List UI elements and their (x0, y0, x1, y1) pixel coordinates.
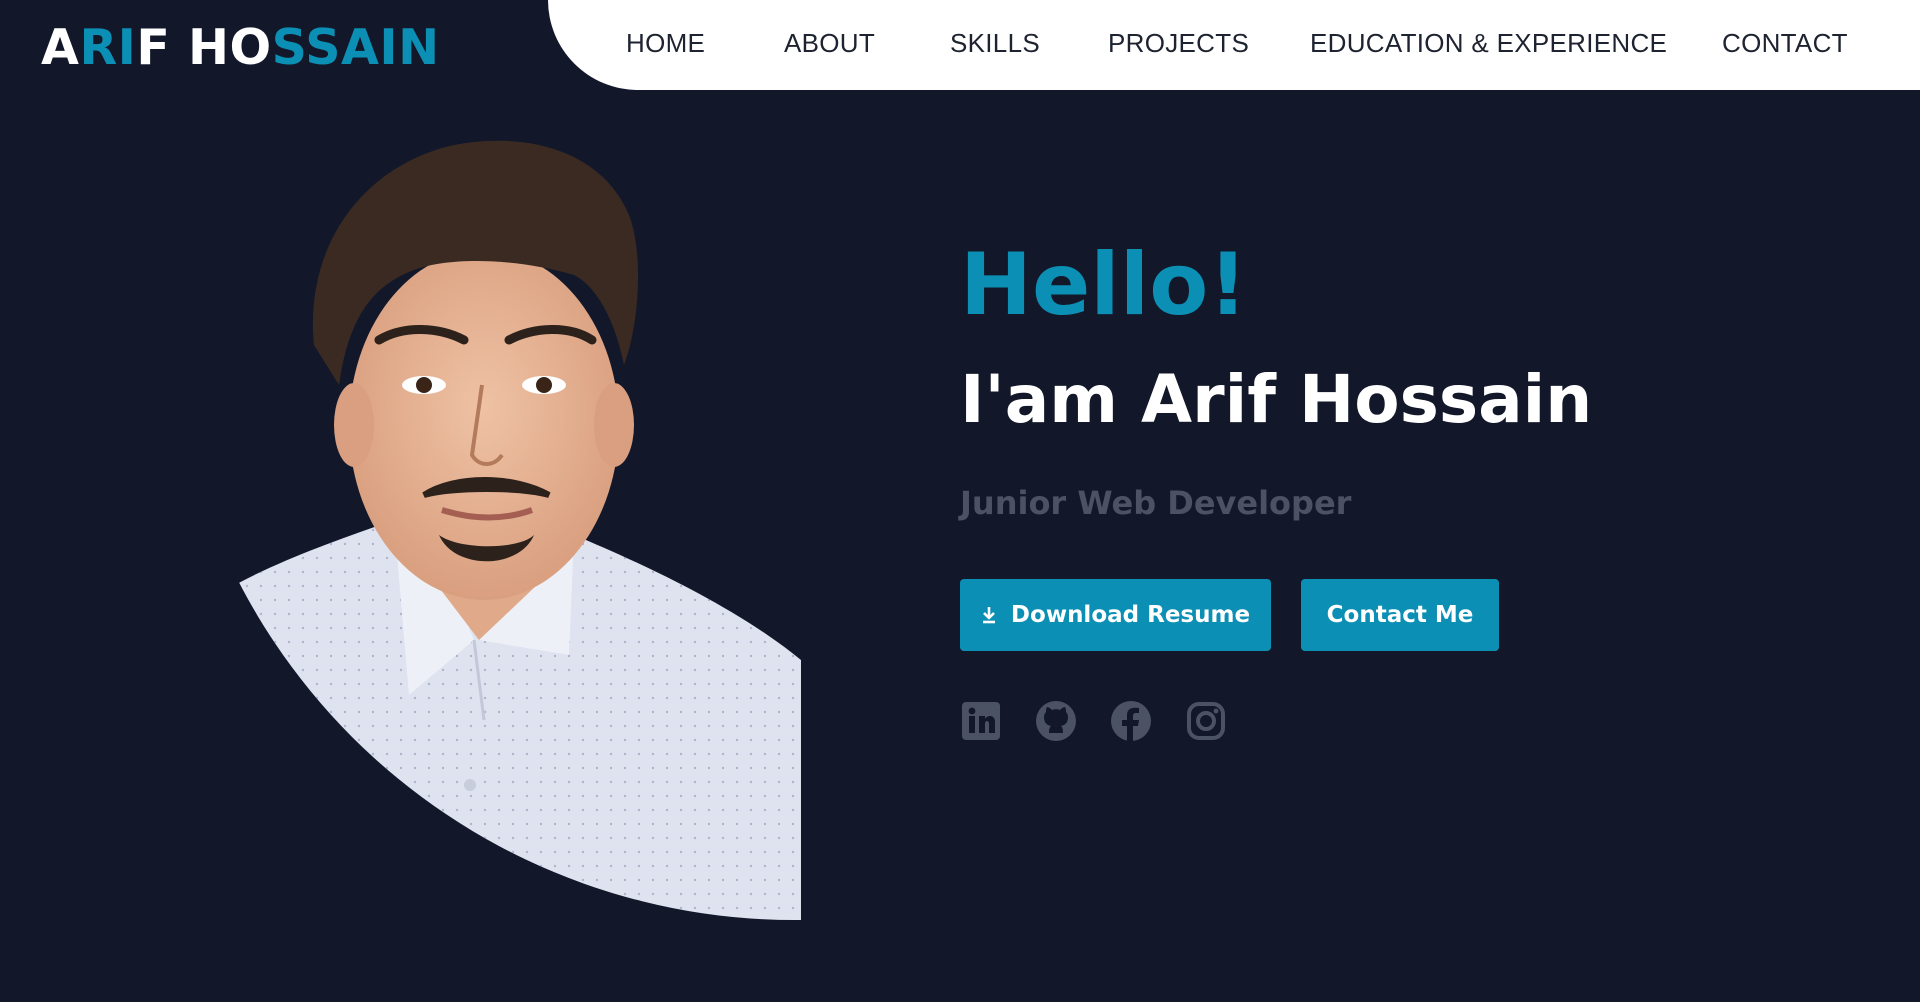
hero-role: Junior Web Developer (960, 484, 1352, 522)
linkedin-icon[interactable] (960, 700, 1002, 742)
nav-contact[interactable]: CONTACT (1722, 28, 1848, 59)
main-nav: HOME ABOUT SKILLS PROJECTS EDUCATION & E… (548, 0, 1920, 90)
download-resume-button[interactable]: Download Resume (960, 579, 1271, 651)
nav-home[interactable]: HOME (626, 28, 705, 59)
nav-skills[interactable]: SKILLS (950, 28, 1040, 59)
hero-greeting: Hello! (960, 235, 1248, 335)
nav-about[interactable]: ABOUT (784, 28, 875, 59)
portfolio-page: ARIF HOSSAIN HOME ABOUT SKILLS PROJECTS … (0, 0, 1920, 1002)
logo-part: A (41, 19, 80, 76)
logo-part: RI (79, 19, 137, 76)
profile-photo (174, 135, 801, 920)
logo-part: F HO (136, 19, 272, 76)
nav-projects[interactable]: PROJECTS (1108, 28, 1249, 59)
contact-me-button[interactable]: Contact Me (1301, 579, 1499, 651)
nav-education-experience[interactable]: EDUCATION & EXPERIENCE (1310, 28, 1667, 59)
instagram-icon[interactable] (1185, 700, 1227, 742)
download-icon (981, 606, 997, 624)
contact-me-label: Contact Me (1326, 602, 1474, 628)
logo-part: SSAIN (271, 19, 440, 76)
github-icon[interactable] (1035, 700, 1077, 742)
hero-name: I'am Arif Hossain (960, 361, 1593, 438)
site-logo[interactable]: ARIF HOSSAIN (41, 20, 440, 76)
download-resume-label: Download Resume (1010, 602, 1251, 628)
facebook-icon[interactable] (1110, 700, 1152, 742)
